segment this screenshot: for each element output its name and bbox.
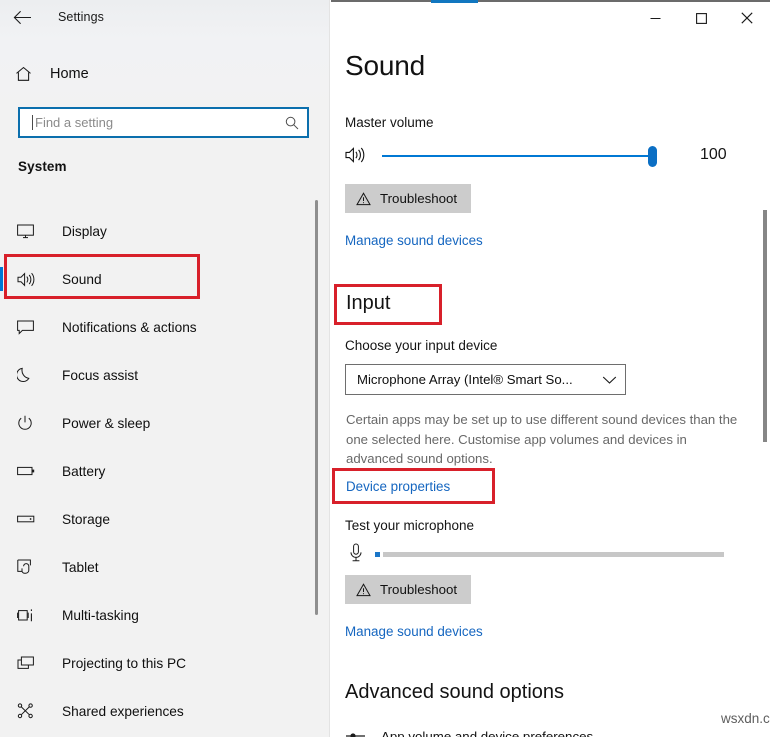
home-icon — [0, 66, 46, 82]
window-controls — [630, 2, 770, 34]
volume-slider-track[interactable] — [382, 155, 655, 157]
microphone-icon — [349, 543, 363, 570]
sidebar-item-label: Storage — [62, 512, 110, 527]
maximize-icon — [695, 12, 708, 25]
sidebar-section-label: System — [18, 159, 67, 174]
speaker-icon — [345, 146, 367, 169]
sidebar-scrollbar[interactable] — [315, 200, 318, 615]
minimize-icon — [649, 12, 662, 25]
sidebar-item-label: Tablet — [62, 560, 99, 575]
device-properties-link[interactable]: Device properties — [346, 479, 450, 494]
sidebar-item-sound[interactable]: Sound — [0, 255, 320, 303]
microphone-level-meter — [345, 543, 765, 567]
back-arrow-icon — [13, 10, 32, 25]
minimize-button[interactable] — [632, 2, 678, 34]
chat-bubble-icon — [17, 320, 47, 335]
master-volume-label: Master volume — [345, 115, 434, 130]
share-nodes-icon — [17, 703, 47, 719]
sidebar-item-label: Power & sleep — [62, 416, 150, 431]
input-device-dropdown[interactable]: Microphone Array (Intel® Smart So... — [345, 364, 626, 395]
search-icon[interactable] — [277, 116, 307, 130]
sidebar-item-battery[interactable]: Battery — [0, 447, 320, 495]
tablet-touch-icon — [17, 559, 47, 575]
manage-sound-devices-link-output[interactable]: Manage sound devices — [345, 233, 483, 248]
troubleshoot-label: Troubleshoot — [380, 582, 457, 597]
advanced-sound-options-heading: Advanced sound options — [345, 681, 564, 704]
sidebar-item-display[interactable]: Display — [0, 207, 320, 255]
search-placeholder: Find a setting — [35, 116, 277, 129]
moon-icon — [17, 367, 47, 383]
back-button[interactable] — [0, 2, 44, 32]
sidebar-item-label: Display — [62, 224, 107, 239]
sidebar-titlebar: Settings — [0, 0, 330, 34]
maximize-button[interactable] — [678, 2, 724, 34]
sidebar-item-storage[interactable]: Storage — [0, 495, 320, 543]
troubleshoot-label: Troubleshoot — [380, 191, 457, 206]
sidebar-item-projecting-to-this-pc[interactable]: Projecting to this PC — [0, 639, 320, 687]
slider-icon — [345, 731, 367, 737]
settings-sidebar: Settings Home Find a setting System — [0, 0, 330, 737]
page-title: Sound — [345, 50, 425, 82]
monitor-icon — [17, 224, 47, 239]
sidebar-item-shared-experiences[interactable]: Shared experiences — [0, 687, 320, 735]
speaker-icon — [17, 272, 47, 287]
sidebar-item-multi-tasking[interactable]: Multi-tasking — [0, 591, 320, 639]
close-icon — [740, 11, 754, 25]
chevron-down-icon — [593, 375, 625, 385]
close-button[interactable] — [724, 2, 770, 34]
troubleshoot-output-button[interactable]: Troubleshoot — [345, 184, 471, 213]
search-input[interactable]: Find a setting — [18, 107, 309, 138]
content-scrollbar[interactable] — [763, 210, 767, 442]
watermark: wsxdn.com — [721, 711, 770, 726]
sidebar-item-focus-assist[interactable]: Focus assist — [0, 351, 320, 399]
multitasking-icon — [17, 608, 47, 623]
test-microphone-label: Test your microphone — [345, 518, 474, 533]
sidebar-item-label: Shared experiences — [62, 704, 184, 719]
sidebar-item-label: Projecting to this PC — [62, 656, 186, 671]
sidebar-item-label: Multi-tasking — [62, 608, 139, 623]
sidebar-item-label: Battery — [62, 464, 105, 479]
volume-slider-thumb[interactable] — [648, 146, 657, 167]
sidebar-item-home[interactable]: Home — [0, 58, 330, 90]
sidebar-item-label: Sound — [62, 272, 102, 287]
microphone-level-indicator — [375, 552, 380, 557]
sidebar-item-power-and-sleep[interactable]: Power & sleep — [0, 399, 320, 447]
master-volume-slider-row: 100 — [345, 144, 765, 170]
warning-triangle-icon — [356, 583, 371, 597]
manage-sound-devices-link-input[interactable]: Manage sound devices — [345, 624, 483, 639]
warning-triangle-icon — [356, 192, 371, 206]
text-caret — [32, 115, 33, 130]
sidebar-item-notifications-and-actions[interactable]: Notifications & actions — [0, 303, 320, 351]
window-accent-strip — [431, 0, 478, 3]
window-title: Settings — [58, 10, 104, 24]
projecting-icon — [17, 656, 47, 671]
choose-input-device-label: Choose your input device — [345, 338, 497, 353]
app-volume-and-device-preferences-row[interactable]: App volume and device preferences — [345, 726, 765, 737]
sidebar-item-label: Focus assist — [62, 368, 138, 383]
settings-window: Settings Home Find a setting System — [0, 0, 770, 737]
input-heading: Input — [346, 292, 390, 315]
storage-icon — [17, 514, 47, 524]
power-icon — [17, 415, 47, 431]
microphone-meter-track — [383, 552, 724, 557]
sidebar-item-tablet[interactable]: Tablet — [0, 543, 320, 591]
troubleshoot-input-button[interactable]: Troubleshoot — [345, 575, 471, 604]
settings-content-pane: Sound Master volume 100 — [331, 0, 770, 737]
app-volume-label: App volume and device preferences — [381, 729, 593, 737]
home-label: Home — [50, 66, 89, 82]
sidebar-item-label: Notifications & actions — [62, 320, 197, 335]
input-device-selected-value: Microphone Array (Intel® Smart So... — [346, 372, 593, 387]
sidebar-nav-list: Display Sound — [0, 207, 320, 735]
battery-icon — [17, 465, 47, 477]
input-device-description: Certain apps may be set up to use differ… — [346, 410, 746, 469]
volume-value: 100 — [700, 146, 727, 164]
